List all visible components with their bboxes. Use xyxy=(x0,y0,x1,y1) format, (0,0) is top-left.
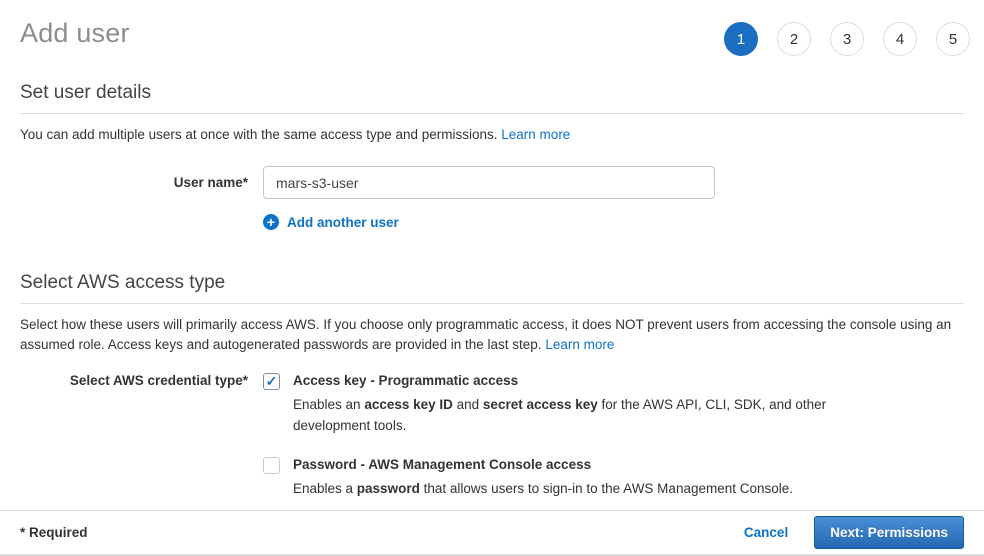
unchecked-checkbox[interactable] xyxy=(263,457,280,474)
user-details-intro: You can add multiple users at once with … xyxy=(20,125,964,145)
plus-circle-icon: + xyxy=(263,214,279,230)
checked-checkbox[interactable]: ✓ xyxy=(263,373,280,390)
access-type-intro-text: Select how these users will primarily ac… xyxy=(20,317,951,352)
divider xyxy=(20,303,964,304)
username-input[interactable] xyxy=(263,166,715,199)
add-another-user-label: Add another user xyxy=(287,215,399,230)
wizard-step-1: 1 xyxy=(724,22,758,56)
access-type-intro: Select how these users will primarily ac… xyxy=(20,315,964,355)
next-permissions-button[interactable]: Next: Permissions xyxy=(814,516,964,549)
wizard-footer: * Required Cancel Next: Permissions xyxy=(0,510,984,556)
add-another-user-button[interactable]: + Add another user xyxy=(263,214,399,230)
cancel-button[interactable]: Cancel xyxy=(744,525,788,540)
credential-options: ✓ Access key - Programmatic access Enables… xyxy=(263,372,845,519)
credential-option: ✓ Access key - Programmatic access Enables… xyxy=(263,372,845,436)
page-title: Add user xyxy=(20,18,130,49)
wizard-step-3: 3 xyxy=(830,22,864,56)
wizard-step-2: 2 xyxy=(777,22,811,56)
access-type-section: Select AWS access type Select how these … xyxy=(0,272,984,519)
credential-option: Password - AWS Management Console access… xyxy=(263,456,845,499)
credential-type-row: Select AWS credential type* ✓ Access key … xyxy=(20,372,964,519)
credential-option-description: Enables a password that allows users to … xyxy=(293,478,793,499)
page-header: Add user 12345 xyxy=(0,0,984,56)
credential-option-description: Enables an access key ID and secret acce… xyxy=(293,394,845,436)
credential-option-title: Access key - Programmatic access xyxy=(293,372,845,390)
username-label: User name* xyxy=(20,166,248,199)
wizard-steps: 12345 xyxy=(724,22,970,56)
user-details-learn-more-link[interactable]: Learn more xyxy=(501,127,570,142)
user-details-section: Set user details You can add multiple us… xyxy=(0,82,984,230)
credential-type-label: Select AWS credential type* xyxy=(20,372,248,519)
user-details-heading: Set user details xyxy=(20,82,964,104)
wizard-step-4: 4 xyxy=(883,22,917,56)
required-note: * Required xyxy=(20,525,88,540)
user-details-intro-text: You can add multiple users at once with … xyxy=(20,127,498,142)
credential-option-title: Password - AWS Management Console access xyxy=(293,456,793,474)
divider xyxy=(20,113,964,114)
username-row: User name* xyxy=(20,166,964,199)
access-type-heading: Select AWS access type xyxy=(20,272,964,294)
wizard-step-5: 5 xyxy=(936,22,970,56)
access-type-learn-more-link[interactable]: Learn more xyxy=(545,337,614,352)
